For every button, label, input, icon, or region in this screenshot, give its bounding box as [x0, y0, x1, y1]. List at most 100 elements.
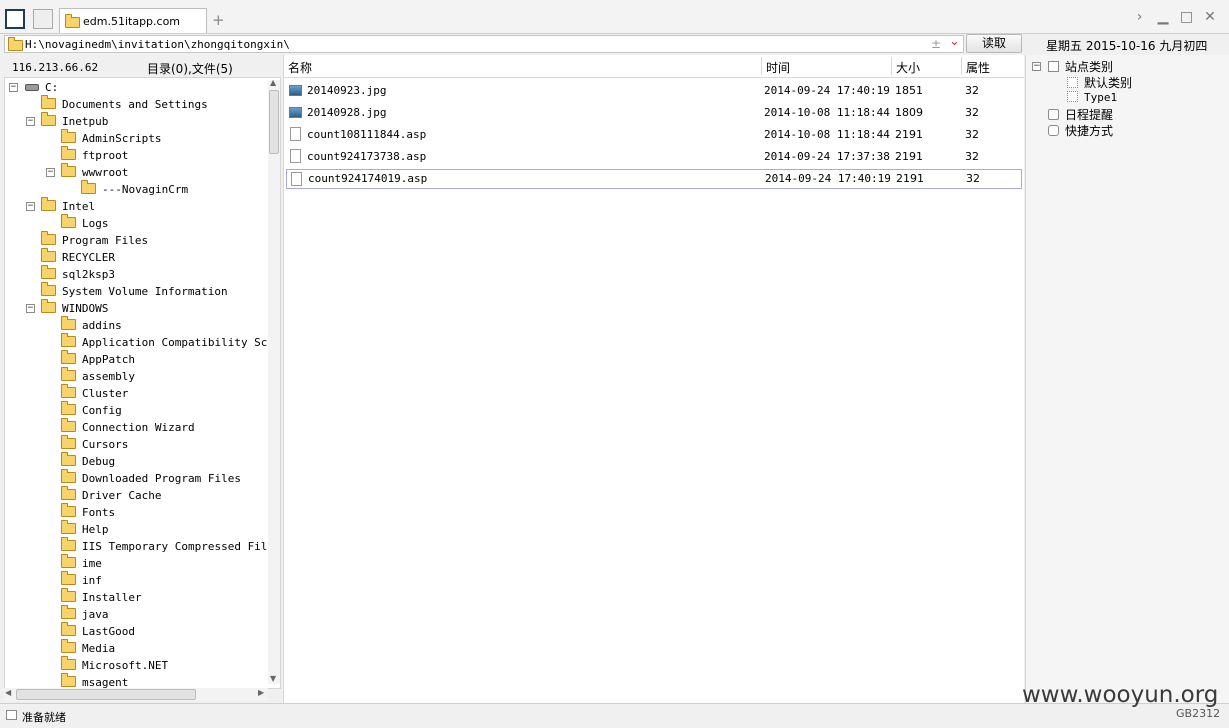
tree-item[interactable]: addins	[61, 316, 122, 334]
tree-item[interactable]: System Volume Information	[41, 282, 228, 300]
plusminus-icon[interactable]: ±	[931, 37, 941, 51]
tree-item[interactable]: Program Files	[41, 231, 149, 249]
tree-item-label: ---NovaginCrm	[102, 183, 189, 196]
file-row[interactable]: count924173738.asp 2014-09-24 17:37:38 219…	[286, 147, 1022, 167]
file-row[interactable]: 20140928.jpg 2014-10-08 11:18:44 1809 32	[286, 103, 1022, 123]
new-tab-button[interactable]: +	[212, 11, 225, 29]
tree-item[interactable]: Documents and Settings	[41, 95, 208, 113]
tree-item[interactable]: AdminScripts	[61, 129, 161, 147]
scroll-down-icon[interactable]: ▼	[270, 674, 276, 683]
tree-item[interactable]: AppPatch	[61, 350, 135, 368]
column-header-size[interactable]: 大小	[896, 59, 920, 76]
tree-item-label: Debug	[82, 455, 116, 468]
tree-item-label: Help	[82, 523, 109, 536]
sidebar-toggle-icon[interactable]	[5, 9, 25, 29]
file-row[interactable]: count108111844.asp 2014-10-08 11:18:44 219…	[286, 125, 1022, 145]
tab-edm-site[interactable]: edm.51itapp.com	[59, 8, 207, 33]
scroll-right-icon[interactable]: ▶	[258, 688, 264, 697]
tree-item[interactable]: − WINDOWS	[26, 299, 109, 317]
tree-item[interactable]: RECYCLER	[41, 248, 115, 266]
column-divider[interactable]	[761, 57, 762, 75]
tree-item[interactable]: Fonts	[61, 503, 115, 521]
collapse-icon[interactable]: −	[26, 117, 35, 126]
collapse-icon[interactable]: −	[26, 304, 35, 313]
collapse-icon[interactable]: −	[1032, 62, 1041, 71]
tree-item[interactable]: Connection Wizard	[61, 418, 195, 436]
tree-item[interactable]: LastGood	[61, 622, 135, 640]
tree-vertical-scrollbar[interactable]: ▲ ▼	[268, 78, 280, 684]
schedule-node[interactable]: 日程提醒	[1048, 106, 1113, 123]
file-row[interactable]: count924174019.asp 2014-09-24 17:40:19 219…	[286, 169, 1022, 189]
tree-item[interactable]: Cursors	[61, 435, 129, 453]
scroll-left-icon[interactable]: ◀	[5, 688, 11, 697]
tree-item[interactable]: ftproot	[61, 146, 128, 164]
site-category-node[interactable]: 站点类别	[1048, 58, 1113, 75]
file-name: count108111844.asp	[307, 128, 427, 141]
tree-item[interactable]: java	[61, 605, 109, 623]
tree-item[interactable]: inf	[61, 571, 102, 589]
forward-icon[interactable]: ›	[1131, 9, 1149, 25]
column-header-attr[interactable]: 属性	[966, 59, 990, 76]
tree-item-label: Config	[82, 404, 122, 417]
file-time: 2014-09-24 17:40:19	[764, 84, 890, 97]
header-divider	[284, 77, 1024, 78]
tree-item[interactable]: Installer	[61, 588, 142, 606]
tree-item-label: addins	[82, 319, 122, 332]
tree-item[interactable]: ime	[61, 554, 102, 572]
column-header-time[interactable]: 时间	[766, 59, 790, 76]
tree-item[interactable]: Driver Cache	[61, 486, 161, 504]
tree-item[interactable]: ---NovaginCrm	[81, 180, 189, 198]
tree-item[interactable]: Logs	[61, 214, 109, 232]
maximize-button[interactable]: □	[1178, 9, 1196, 25]
type1-node[interactable]: Type1	[1067, 91, 1117, 104]
folder-icon	[61, 520, 76, 534]
column-divider[interactable]	[961, 57, 962, 75]
tree-item[interactable]: − C:	[9, 79, 58, 96]
folder-icon	[61, 350, 76, 364]
tree-horizontal-scrollbar[interactable]: ◀ ▶	[4, 688, 268, 701]
tree-item-label: Cursors	[82, 438, 129, 451]
scroll-thumb[interactable]	[16, 689, 196, 700]
close-button[interactable]: ✕	[1201, 9, 1219, 25]
chevron-down-icon[interactable]: ⌄	[949, 34, 960, 49]
default-category-node[interactable]: 默认类别	[1067, 74, 1132, 91]
tree-item-label: WINDOWS	[62, 302, 109, 315]
blank-tab-icon[interactable]	[33, 9, 53, 29]
scroll-up-icon[interactable]: ▲	[270, 78, 276, 87]
tree-item[interactable]: Cluster	[61, 384, 128, 402]
tree-item[interactable]: Debug	[61, 452, 116, 470]
tree-item[interactable]: sql2ksp3	[41, 265, 115, 283]
tree-item[interactable]: msagent	[61, 673, 128, 688]
watermark: www.wooyun.org	[1022, 682, 1219, 708]
tree-item-label: Program Files	[62, 234, 149, 247]
tree-item[interactable]: − wwwroot	[46, 163, 128, 181]
read-button[interactable]: 读取	[966, 34, 1022, 53]
tree-item[interactable]: Application Compatibility Scrip	[61, 333, 280, 351]
tree-item[interactable]: assembly	[61, 367, 135, 385]
address-input[interactable]: H:\novaginedm\invitation\zhongqitongxin\	[25, 38, 290, 51]
shortcuts-node[interactable]: 快捷方式	[1048, 122, 1113, 139]
file-name: 20140923.jpg	[307, 84, 387, 97]
tree-item[interactable]: Downloaded Program Files	[61, 469, 241, 487]
collapse-icon[interactable]: −	[26, 202, 35, 211]
tree-item[interactable]: Microsoft.NET	[61, 656, 168, 674]
column-header-name[interactable]: 名称	[288, 59, 312, 76]
tree-item[interactable]: Config	[61, 401, 122, 419]
collapse-icon[interactable]: −	[46, 168, 55, 177]
tree-item[interactable]: Help	[61, 520, 109, 538]
tree-item-label: sql2ksp3	[62, 268, 115, 281]
tree-item[interactable]: − Intel	[26, 197, 95, 215]
scroll-thumb[interactable]	[269, 90, 279, 154]
tree-item[interactable]: IIS Temporary Compressed Files	[61, 537, 280, 555]
image-file-icon	[289, 107, 302, 118]
column-divider[interactable]	[891, 57, 892, 75]
minimize-button[interactable]: ▁	[1154, 9, 1172, 25]
collapse-icon[interactable]: −	[9, 83, 18, 92]
tree-item-label: Media	[82, 642, 116, 655]
address-bar[interactable]: H:\novaginedm\invitation\zhongqitongxin\…	[4, 34, 964, 53]
file-row[interactable]: 20140923.jpg 2014-09-24 17:40:19 1851 32	[286, 81, 1022, 101]
document-icon	[291, 172, 302, 186]
file-attr: 32	[965, 128, 979, 141]
tree-item[interactable]: − Inetpub	[26, 112, 108, 130]
tree-item[interactable]: Media	[61, 639, 116, 657]
